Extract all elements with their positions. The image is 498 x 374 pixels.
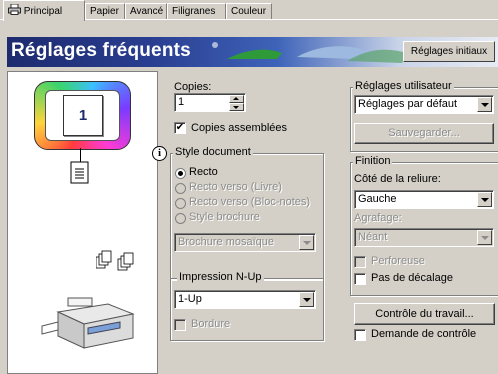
booklet-select[interactable]: Brochure mosaïque — [174, 233, 316, 252]
printer-icon — [8, 3, 21, 15]
binding-side-label: Côté de la reliure: — [354, 173, 441, 185]
nup-title: Impression N-Up — [177, 271, 264, 283]
border-label: Bordure — [191, 318, 231, 330]
banner-title: Réglages fréquents — [11, 40, 191, 61]
printer-illustration-icon — [41, 297, 135, 349]
collate-checkbox[interactable]: ✔ — [174, 122, 186, 134]
save-settings-button[interactable]: Sauvegarder... — [354, 123, 494, 144]
banner-decoration — [212, 42, 407, 63]
style-recto-label: Recto — [189, 166, 218, 178]
user-settings-title: Réglages utilisateur — [353, 80, 454, 92]
page-preview-frame: 1 — [34, 81, 131, 150]
nup-group: Impression N-Up — [170, 271, 324, 341]
user-settings-select[interactable]: Réglages par défaut — [354, 95, 494, 114]
nup-select[interactable]: 1-Up — [174, 290, 316, 309]
style-duplex-notepad-radio[interactable] — [175, 198, 186, 209]
tab-couleur-label: Couleur — [231, 6, 267, 17]
job-control-request-label: Demande de contrôle — [371, 328, 477, 340]
page-icon: 1 — [63, 95, 103, 136]
reset-defaults-button[interactable]: Réglages initiaux — [403, 41, 495, 62]
tab-filigranes-label: Filigranes — [172, 6, 216, 17]
border-checkbox[interactable] — [174, 319, 186, 331]
stapling-label: Agrafage: — [354, 212, 402, 224]
stapling-value: Néant — [358, 231, 388, 243]
style-booklet-label: Style brochure — [189, 211, 260, 223]
style-duplex-notepad-label: Recto verso (Bloc-notes) — [189, 196, 311, 208]
copies-stack-icon — [96, 250, 134, 271]
job-control-button[interactable]: Contrôle du travail... — [354, 303, 495, 325]
tab-couleur[interactable]: Couleur — [226, 3, 272, 19]
print-preview: 1 — [7, 71, 158, 374]
chevron-down-icon — [477, 192, 492, 207]
collate-label: Copies assemblées — [191, 122, 287, 134]
tab-avance-label: Avancé — [130, 6, 164, 17]
copies-label: Copies: — [174, 81, 212, 93]
tab-papier-label: Papier — [90, 6, 119, 17]
chevron-down-icon — [299, 235, 314, 250]
tab-principal[interactable]: Principal — [3, 0, 85, 21]
tab-principal-label: Principal — [23, 6, 63, 17]
chevron-down-icon — [299, 292, 314, 307]
no-offset-label: Pas de décalage — [371, 272, 453, 284]
copies-value: 1 — [178, 96, 185, 108]
binding-side-value: Gauche — [358, 193, 397, 205]
tab-bar: Principal Papier Avancé Filigranes Coule… — [0, 0, 498, 21]
copies-input[interactable]: 1 — [174, 93, 246, 112]
chevron-down-icon — [477, 230, 492, 245]
info-icon[interactable]: i — [152, 146, 167, 161]
style-duplex-book-radio[interactable] — [175, 183, 186, 194]
document-icon — [70, 161, 89, 184]
style-booklet-radio[interactable] — [175, 213, 186, 224]
nup-select-value: 1-Up — [178, 293, 202, 305]
tab-avance[interactable]: Avancé — [125, 3, 167, 19]
stapling-select[interactable]: Néant — [354, 228, 494, 247]
booklet-select-value: Brochure mosaïque — [178, 236, 274, 248]
job-control-request-checkbox[interactable] — [354, 329, 366, 341]
finishing-title: Finition — [353, 155, 393, 167]
punch-checkbox[interactable] — [354, 256, 366, 268]
settings-banner: Réglages fréquents Réglages initiaux — [7, 37, 498, 67]
binding-side-select[interactable]: Gauche — [354, 190, 494, 209]
style-recto-radio[interactable] — [175, 168, 186, 179]
copies-down-button[interactable] — [229, 103, 244, 111]
document-style-title: Style document — [173, 146, 253, 158]
page-number: 1 — [78, 107, 88, 124]
chevron-down-icon — [477, 97, 492, 112]
user-settings-value: Réglages par défaut — [358, 98, 458, 110]
copies-up-button[interactable] — [229, 95, 244, 103]
style-duplex-book-label: Recto verso (Livre) — [189, 181, 282, 193]
no-offset-checkbox[interactable] — [354, 273, 366, 285]
tab-filigranes[interactable]: Filigranes — [167, 3, 226, 19]
punch-label: Perforeuse — [371, 255, 425, 267]
tab-papier[interactable]: Papier — [85, 3, 125, 19]
